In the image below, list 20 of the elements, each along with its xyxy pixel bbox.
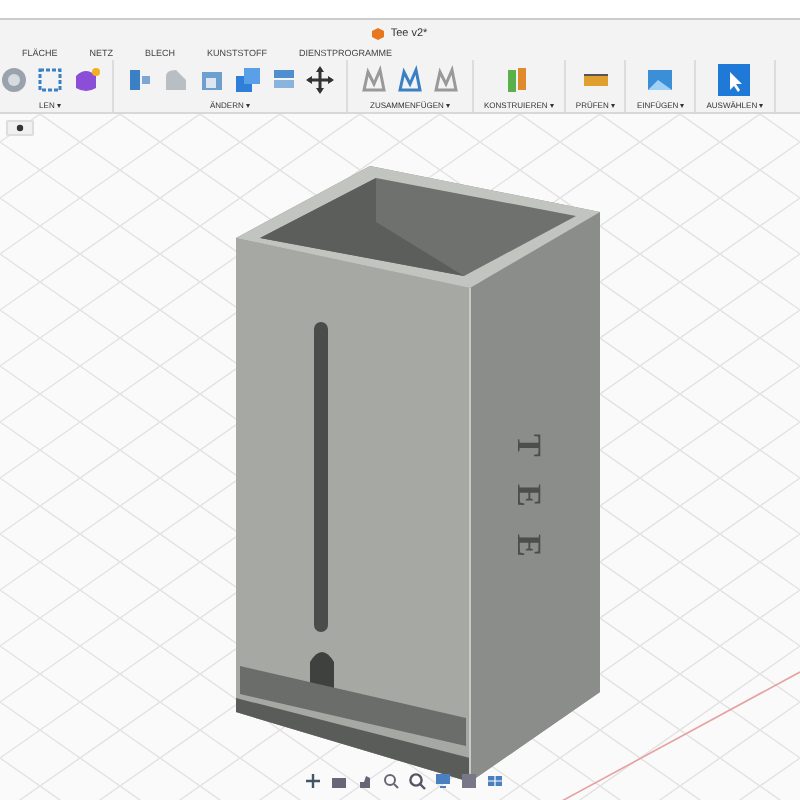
display-icon[interactable] — [434, 772, 452, 790]
push-pull-icon[interactable] — [124, 64, 156, 96]
dot-icon — [16, 124, 24, 132]
cube-icon — [372, 27, 385, 39]
orbit-icon[interactable] — [304, 772, 322, 790]
combine-icon[interactable] — [232, 64, 264, 96]
select-icon[interactable] — [718, 64, 751, 96]
container-model-drawing: TEE — [236, 166, 600, 783]
move-icon[interactable] — [304, 64, 336, 96]
image-icon[interactable] — [644, 64, 677, 96]
zoom-icon[interactable] — [382, 772, 400, 790]
joint-icon[interactable] — [394, 64, 426, 96]
browser-toggle-button[interactable] — [6, 120, 34, 136]
cube-icon[interactable] — [70, 64, 102, 96]
sphere-icon[interactable] — [0, 64, 30, 96]
dashed-square-icon[interactable] — [34, 64, 66, 96]
joint-icon[interactable] — [430, 64, 462, 96]
joint-icon[interactable] — [358, 64, 390, 96]
search-icon[interactable] — [408, 772, 426, 790]
layout-icon[interactable] — [486, 772, 504, 790]
